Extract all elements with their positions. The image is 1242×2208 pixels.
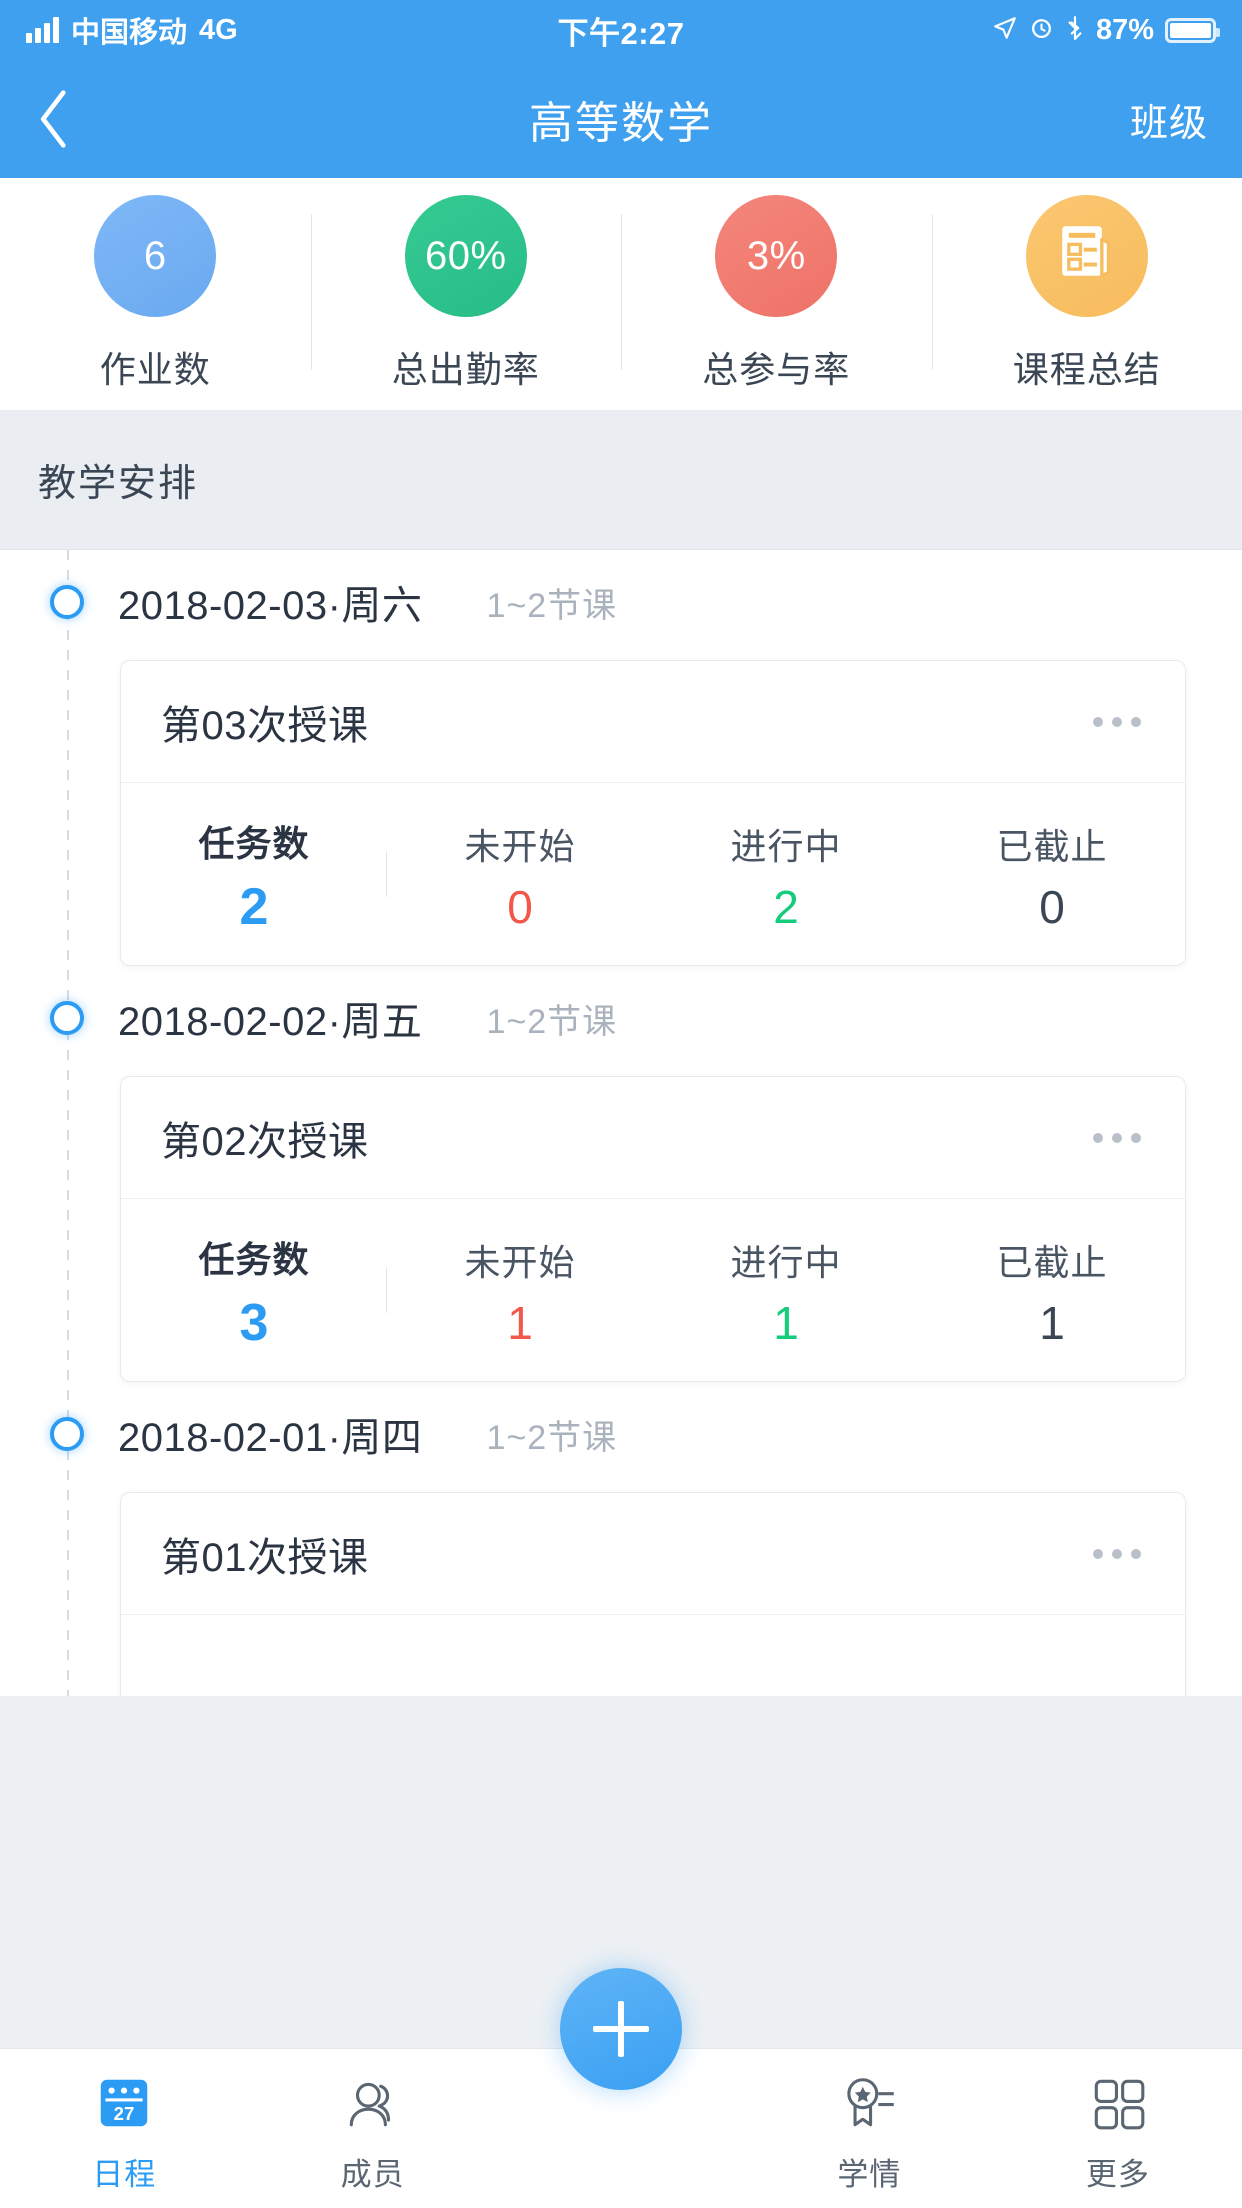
stat-label: 总参与率 xyxy=(702,349,851,390)
tab-learning[interactable]: 学情 xyxy=(745,2071,993,2194)
timeline-header: 2018-02-02·周五 1~2节课 xyxy=(0,966,1242,1070)
tab-label: 学情 xyxy=(837,2157,902,2192)
timeline-dot-icon xyxy=(50,1417,84,1451)
document-list-icon xyxy=(1054,218,1120,294)
lesson-card[interactable]: 第03次授课 任务数 2 未开始 0 进行中 2 已截止 0 xyxy=(120,660,1186,966)
stat-homework-count[interactable]: 6 作业数 xyxy=(0,178,311,410)
stat-label: 作业数 xyxy=(99,349,211,390)
status-bar-right: 87% xyxy=(992,13,1220,47)
task-stat-label: 进行中 xyxy=(730,1242,842,1283)
ribbon-star-icon xyxy=(838,2071,900,2135)
task-stat-value: 2 xyxy=(239,878,269,936)
tab-schedule[interactable]: 27 日程 xyxy=(0,2071,248,2194)
task-stat-total: 任务数 2 xyxy=(121,815,387,933)
task-stat-label: 任务数 xyxy=(198,823,310,864)
svg-text:27: 27 xyxy=(114,2103,135,2124)
task-stat-in-progress: 进行中 1 xyxy=(653,1234,919,1346)
lesson-card-header: 第01次授课 xyxy=(121,1493,1185,1615)
tab-label: 成员 xyxy=(340,2157,405,2192)
lesson-card[interactable]: 第02次授课 任务数 3 未开始 1 进行中 1 已截止 1 xyxy=(120,1076,1186,1382)
task-stat-value: 3 xyxy=(239,1294,269,1352)
timeline-header: 2018-02-01·周四 1~2节课 xyxy=(0,1382,1242,1486)
task-stat-not-started: 未开始 0 xyxy=(387,818,653,930)
lesson-title: 第02次授课 xyxy=(161,1119,369,1164)
tab-members[interactable]: 成员 xyxy=(248,2071,496,2194)
task-stat-label: 已截止 xyxy=(996,1242,1108,1283)
add-button[interactable] xyxy=(560,1968,682,2090)
timeline-date: 2018-02-01·周四 xyxy=(118,1416,423,1460)
stat-bubble: 6 xyxy=(94,195,217,317)
alarm-clock-icon xyxy=(1029,15,1054,45)
more-horizontal-icon[interactable] xyxy=(1089,1115,1145,1161)
stat-bubble xyxy=(1025,195,1148,317)
battery-icon xyxy=(1165,17,1220,43)
tab-label: 日程 xyxy=(92,2157,157,2192)
task-stat-value: 1 xyxy=(507,1297,533,1349)
task-stat-label: 任务数 xyxy=(198,1239,310,1280)
task-stat-value: 2 xyxy=(773,881,799,933)
timeline-header: 2018-02-03·周六 1~2节课 xyxy=(0,550,1242,654)
status-bar: 中国移动 4G 下午2:27 87% xyxy=(0,0,1242,60)
lesson-card[interactable]: 第01次授课 xyxy=(120,1492,1186,1696)
task-stat-value: 1 xyxy=(773,1297,799,1349)
people-icon xyxy=(342,2071,404,2135)
task-stat-label: 未开始 xyxy=(464,1242,576,1283)
stat-label: 课程总结 xyxy=(1012,349,1161,390)
timeline-list[interactable]: 2018-02-03·周六 1~2节课 第03次授课 任务数 2 未开始 0 进… xyxy=(0,550,1242,1696)
timeline-dot-icon xyxy=(50,585,84,619)
task-stat-expired: 已截止 1 xyxy=(919,1234,1185,1346)
location-arrow-icon xyxy=(992,15,1018,46)
lesson-card-header: 第03次授课 xyxy=(121,661,1185,783)
tab-label: 更多 xyxy=(1085,2157,1150,2192)
stat-participation-rate[interactable]: 3% 总参与率 xyxy=(621,178,932,410)
stat-bubble: 3% xyxy=(715,195,838,317)
timeline-period: 1~2节课 xyxy=(486,1418,618,1457)
lesson-task-stats xyxy=(121,1615,1185,1696)
app-root: 中国移动 4G 下午2:27 87% 高等数学 班级 6 作业数 60% 总出勤… xyxy=(0,0,1242,2208)
timeline-period: 1~2节课 xyxy=(486,586,618,625)
stat-attendance-rate[interactable]: 60% 总出勤率 xyxy=(310,178,622,410)
battery-percent-label: 87% xyxy=(1095,13,1154,46)
lesson-card-header: 第02次授课 xyxy=(121,1077,1185,1199)
task-stat-expired: 已截止 0 xyxy=(919,818,1185,930)
stat-course-summary[interactable]: 课程总结 xyxy=(931,178,1242,410)
calendar-27-icon: 27 xyxy=(93,2071,155,2135)
timeline-period: 1~2节课 xyxy=(486,1002,618,1041)
back-button[interactable] xyxy=(34,84,94,154)
section-header: 教学安排 xyxy=(0,410,1242,550)
tab-more[interactable]: 更多 xyxy=(994,2071,1242,2194)
timeline-date: 2018-02-03·周六 xyxy=(118,584,423,628)
task-stat-not-started: 未开始 1 xyxy=(387,1234,653,1346)
task-stat-label: 进行中 xyxy=(730,826,842,867)
plus-icon xyxy=(593,2001,649,2057)
timeline-dot-icon xyxy=(50,1001,84,1035)
task-stat-label: 已截止 xyxy=(996,826,1108,867)
task-stat-in-progress: 进行中 2 xyxy=(653,818,919,930)
more-horizontal-icon[interactable] xyxy=(1089,699,1145,745)
nav-bar: 高等数学 班级 xyxy=(0,60,1242,178)
timeline-group: 2018-02-01·周四 1~2节课 第01次授课 xyxy=(0,1382,1242,1696)
task-stat-value: 0 xyxy=(1039,881,1065,933)
lesson-task-stats: 任务数 3 未开始 1 进行中 1 已截止 1 xyxy=(121,1199,1185,1381)
class-button[interactable]: 班级 xyxy=(1130,92,1208,147)
summary-stats: 6 作业数 60% 总出勤率 3% 总参与率 课程总结 xyxy=(0,178,1242,410)
page-title: 高等数学 xyxy=(529,99,713,148)
task-stat-label: 未开始 xyxy=(464,826,576,867)
timeline-date: 2018-02-02·周五 xyxy=(118,1000,423,1044)
timeline-group: 2018-02-02·周五 1~2节课 第02次授课 任务数 3 未开始 1 进… xyxy=(0,966,1242,1382)
timeline-group: 2018-02-03·周六 1~2节课 第03次授课 任务数 2 未开始 0 进… xyxy=(0,550,1242,966)
stat-bubble: 60% xyxy=(404,195,527,317)
task-stat-value: 1 xyxy=(1039,1297,1065,1349)
stat-label: 总出勤率 xyxy=(391,349,540,390)
grid-icon xyxy=(1087,2071,1149,2135)
section-title: 教学安排 xyxy=(38,463,199,505)
lesson-title: 第01次授课 xyxy=(161,1535,369,1580)
lesson-task-stats: 任务数 2 未开始 0 进行中 2 已截止 0 xyxy=(121,783,1185,965)
lesson-title: 第03次授课 xyxy=(161,703,369,748)
bluetooth-icon xyxy=(1065,15,1085,46)
task-stat-total: 任务数 3 xyxy=(121,1231,387,1349)
task-stat-value: 0 xyxy=(507,881,533,933)
chevron-left-icon xyxy=(34,88,74,150)
more-horizontal-icon[interactable] xyxy=(1089,1531,1145,1577)
